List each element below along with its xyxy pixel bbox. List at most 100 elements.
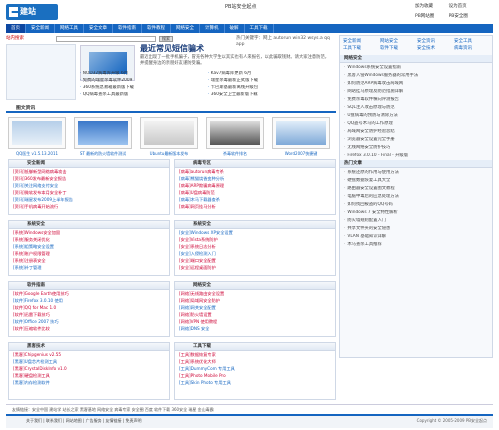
- panel-row[interactable]: [资讯]手机病毒开始流行: [9, 203, 169, 210]
- nav-item-computer[interactable]: 计算机: [200, 24, 225, 33]
- panel-row[interactable]: [系统]组策略安全设置: [9, 243, 169, 250]
- nav-item-home[interactable]: 首页: [6, 24, 26, 33]
- thumbnail-1[interactable]: [8, 117, 66, 149]
- sidebar-rank-item[interactable]: VLAN 基础知识详解: [344, 234, 490, 239]
- panel-row[interactable]: [资讯]微软发布本月安全补丁: [9, 189, 169, 196]
- sidebar-hot-item[interactable]: SQL注入攻击原理与防范: [344, 105, 490, 110]
- thumbnail-caption-2[interactable]: ST 最新的防火墙软件测试: [72, 151, 134, 156]
- panel-row[interactable]: [网络]防火墙设置: [175, 311, 335, 318]
- panel-row[interactable]: [工具]数据恢复专家: [175, 351, 335, 358]
- panel-row[interactable]: [工具]Photo Mobile Pro: [175, 372, 335, 379]
- panel-row[interactable]: [系统]Windows安全加固: [9, 229, 169, 236]
- panel-row[interactable]: [系统]账户权限管理: [9, 250, 169, 257]
- panel-row[interactable]: [黑客]硬盘检测工具: [9, 372, 169, 379]
- panel-row[interactable]: [软件]迅雷下载技巧: [9, 311, 169, 318]
- pb-site-link[interactable]: PB网站圈: [415, 14, 447, 20]
- thumbnail-caption-3[interactable]: Ubuntu最新版本发布: [138, 151, 200, 156]
- panel-row[interactable]: [工具]Skin Photo 专用工具: [175, 379, 335, 386]
- feature-title[interactable]: 最近常见短信骗术: [140, 44, 204, 54]
- panel-row[interactable]: [网络]无线路由安全设置: [175, 290, 335, 297]
- thumbnail-4[interactable]: [206, 117, 264, 149]
- thumbnail-caption-1[interactable]: QQ医生 v1.5.13.2011: [6, 151, 68, 156]
- thumbnail-caption-4[interactable]: 杀毒软件排名: [204, 151, 266, 156]
- friend-links[interactable]: 友情链接：安全中国 建站学 站长之家 黑客基地 网络安全 病毒专家 安全圈 百度…: [6, 404, 493, 413]
- sidebar-hot-item[interactable]: 局域网安全防护经验总结: [344, 129, 490, 134]
- panel-row[interactable]: [资讯]关注网络支付安全: [9, 182, 169, 189]
- sidebar-hot-item[interactable]: 无线网络安全防护技巧: [344, 145, 490, 150]
- nav-item-tutorial[interactable]: 软件教程: [142, 24, 171, 33]
- nav-item-news[interactable]: 安全新闻: [26, 24, 55, 33]
- sidebar-tag[interactable]: 软件下载: [380, 46, 398, 52]
- sidebar-hot-item[interactable]: 浏览器安全设置完全手册: [344, 137, 490, 142]
- sidebar-rank-item[interactable]: 路由器安全设置图文教程: [344, 186, 490, 191]
- panel-row[interactable]: [病毒]autorun病毒专杀: [175, 168, 335, 175]
- panel-row[interactable]: [黑客]U盘芯片检测工具: [9, 358, 169, 365]
- panel-row[interactable]: [资讯]360发布最新安全报告: [9, 175, 169, 182]
- sidebar-tag[interactable]: 安全资讯: [417, 39, 435, 45]
- panel-row[interactable]: [黑客]Chipgenius v2.55: [9, 351, 169, 358]
- sidebar-hot-item[interactable]: 网站挂马原理及防范措施详解: [344, 89, 490, 94]
- panel-title[interactable]: 系统安全: [9, 221, 169, 229]
- panel-title[interactable]: 网络安全: [175, 282, 335, 290]
- sidebar-hot-item[interactable]: 如何防范ARP病毒攻击局域网: [344, 81, 490, 86]
- panel-row[interactable]: [安全]Vista系统防护: [175, 236, 335, 243]
- footer-links[interactable]: 关于我们 | 联系我们 | 网站地图 | 广告服务 | 友情链接 | 免责声明: [26, 418, 141, 423]
- sidebar-tag[interactable]: 安全工具: [454, 39, 472, 45]
- nav-item-tools[interactable]: 网络工具: [55, 24, 84, 33]
- panel-title[interactable]: 安全新闻: [9, 160, 169, 168]
- sidebar-hot-item[interactable]: 黑客入侵Windows服务器的常用手法: [344, 73, 490, 78]
- list-item-link[interactable]: 瑞星杀毒最新正式版下载: [208, 78, 336, 83]
- search-input[interactable]: [56, 36, 156, 42]
- panel-row[interactable]: [软件]Office 2007 技巧: [9, 318, 169, 325]
- nav-item-netsec[interactable]: 网络安全: [171, 24, 200, 33]
- panel-title[interactable]: 系统安全: [175, 221, 335, 229]
- panel-row[interactable]: [软件]Firefox 3.0.10 使用: [9, 297, 169, 304]
- sidebar-rank-item[interactable]: 电脑中毒后的应急处理方法: [344, 194, 490, 199]
- panel-title[interactable]: 软件指南: [9, 282, 169, 290]
- thumbnail-3[interactable]: [140, 117, 198, 149]
- panel-row[interactable]: [病毒]网页挂马分析: [175, 203, 335, 210]
- list-item-link[interactable]: Kav7病毒库更新 6月: [208, 71, 336, 76]
- sidebar-rank-item[interactable]: 硬盘数据恢复工具大全: [344, 178, 490, 183]
- panel-row[interactable]: [安全]远程桌面防护: [175, 264, 335, 271]
- sidebar-hot-item[interactable]: 免费杀毒软件横向评测报告: [344, 97, 490, 102]
- panel-row[interactable]: [黑客]内存检测软件: [9, 379, 169, 386]
- panel-title[interactable]: 病毒专区: [175, 160, 335, 168]
- panel-row[interactable]: [病毒]ARP欺骗病毒原理: [175, 182, 335, 189]
- list-item-link[interactable]: 360系统急救箱最新版下载: [80, 85, 208, 90]
- panel-row[interactable]: [病毒]木马下载器查杀: [175, 196, 335, 203]
- nav-item-download[interactable]: 工具下载: [245, 24, 274, 33]
- list-item-link[interactable]: 360安全卫士最新版下载: [208, 92, 336, 97]
- nav-item-crack[interactable]: 破解: [225, 24, 245, 33]
- thumbnail-5[interactable]: [272, 117, 330, 149]
- panel-row[interactable]: [工具]系统优化大师: [175, 358, 335, 365]
- sidebar-tag[interactable]: 工具下载: [343, 46, 361, 52]
- panel-row[interactable]: [病毒]熊猫烧香变种分析: [175, 175, 335, 182]
- set-homepage-link[interactable]: 设为首页: [449, 4, 481, 10]
- site-logo[interactable]: 建站: [6, 4, 58, 20]
- panel-row[interactable]: [软件]QQ for Mac 1.0: [9, 304, 169, 311]
- list-item-link[interactable]: NOD32病毒库升级 6月: [80, 71, 208, 76]
- panel-row[interactable]: [网络]DNS 安全: [175, 325, 335, 332]
- panel-row[interactable]: [网络]VPN 使用教程: [175, 318, 335, 325]
- panel-row[interactable]: [网络]局域网安全防护: [175, 297, 335, 304]
- sidebar-hot-item[interactable]: U盘病毒的预防与清除方法: [344, 113, 490, 118]
- sidebar-hot-item[interactable]: Windows系统安全设置指南: [344, 65, 490, 70]
- panel-row[interactable]: [系统]补丁管理: [9, 264, 169, 271]
- nav-item-articles[interactable]: 安全文章: [84, 24, 113, 33]
- sidebar-rank-item[interactable]: 木马查杀工具推荐: [344, 242, 490, 247]
- add-favorite-link[interactable]: 加为收藏: [415, 4, 447, 10]
- thumbnail-2[interactable]: [74, 117, 132, 149]
- list-item-link[interactable]: QQ病毒查杀工具最新版: [80, 92, 208, 97]
- panel-row[interactable]: [安全]端口安全配置: [175, 257, 335, 264]
- panel-row[interactable]: [网络]网关安全配置: [175, 304, 335, 311]
- sidebar-tag[interactable]: 网站安全: [380, 39, 398, 45]
- sidebar-rank-item[interactable]: Windows 7 安全特性解析: [344, 210, 490, 215]
- sidebar-tag[interactable]: 病毒资讯: [454, 46, 472, 52]
- nav-item-guide[interactable]: 软件指南: [113, 24, 142, 33]
- panel-row[interactable]: [病毒]U盘病毒防范: [175, 189, 335, 196]
- panel-row[interactable]: [系统]服务关闭优化: [9, 236, 169, 243]
- sidebar-rank-item[interactable]: 共享文件夹的安全隐患: [344, 226, 490, 231]
- pb-security-link[interactable]: PB安全圈: [449, 14, 481, 20]
- sidebar-tag[interactable]: 安全新闻: [343, 39, 361, 45]
